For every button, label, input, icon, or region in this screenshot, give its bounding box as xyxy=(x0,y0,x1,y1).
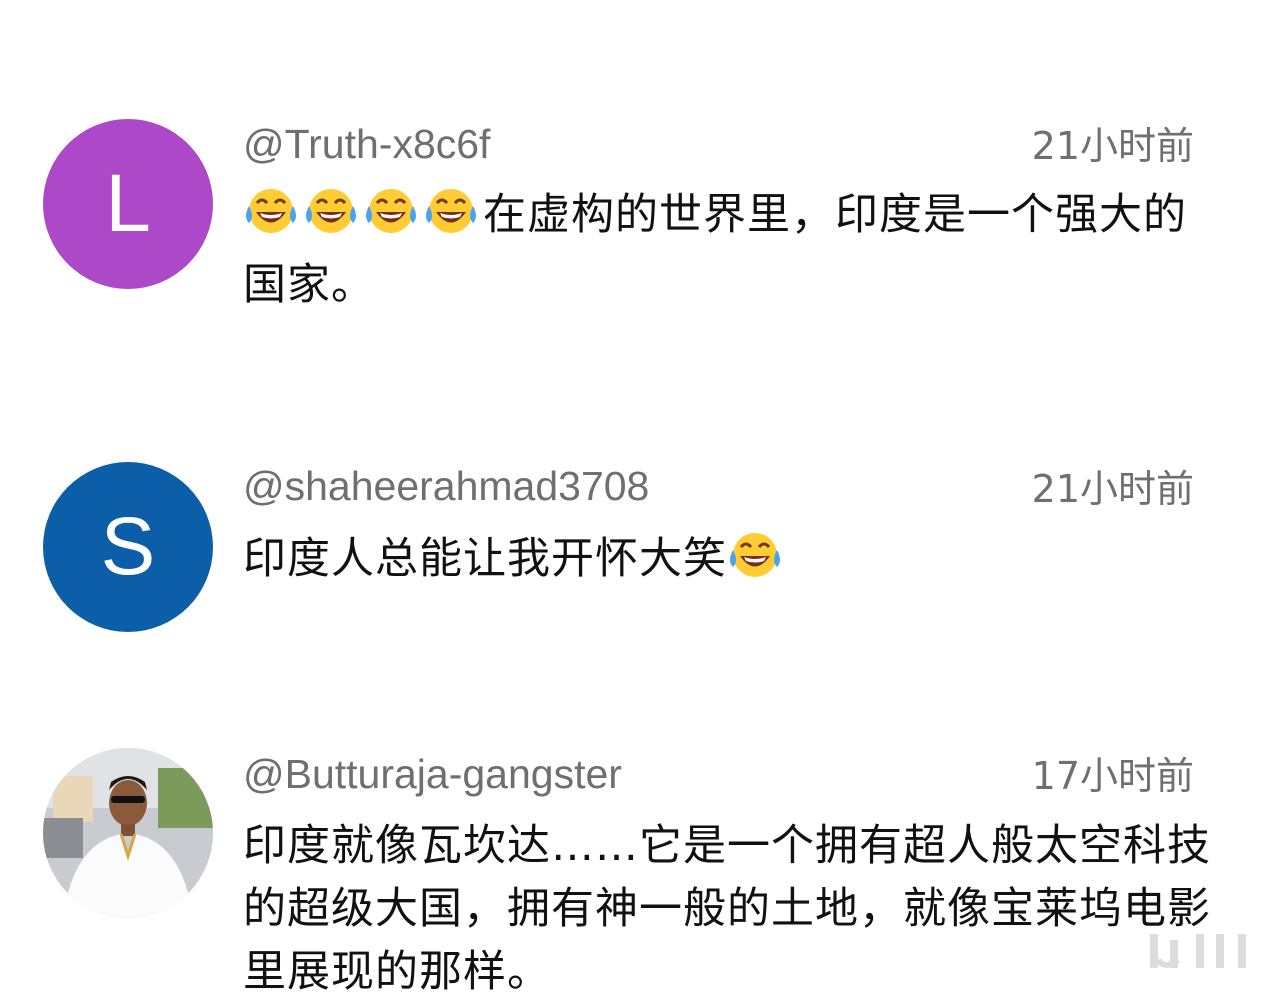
face-with-tears-of-joy-icon xyxy=(243,186,299,254)
face-with-tears-of-joy-icon xyxy=(727,530,783,598)
comment-timestamp: 17小时前 xyxy=(1031,754,1194,798)
face-with-tears-of-joy-icon xyxy=(303,186,359,254)
comment-text-block: 印度就像瓦坎达……它是一个拥有超人般太空科技的超级大国，拥有神一般的土地，就像宝… xyxy=(243,815,1213,998)
comment-username[interactable]: @Truth-x8c6f xyxy=(243,120,490,168)
comment-list: L @Truth-x8c6f 21小时前 在虚构的世界里，印度是一个强大的国家。… xyxy=(0,0,1280,998)
comment-text: 印度就像瓦坎达……它是一个拥有超人般太空科技的超级大国，拥有神一般的土地，就像宝… xyxy=(243,821,1211,997)
avatar[interactable]: L xyxy=(43,119,213,289)
avatar-letter: L xyxy=(105,158,151,249)
comment-timestamp: 21小时前 xyxy=(1031,124,1194,168)
comment-text-block: 在虚构的世界里，印度是一个强大的国家。 xyxy=(243,184,1213,317)
comment-text-block: 印度人总能让我开怀大笑 xyxy=(243,528,1213,598)
comment-username[interactable]: @Butturaja-gangster xyxy=(243,750,622,798)
comment-timestamp: 21小时前 xyxy=(1031,467,1194,511)
comment-username[interactable]: @shaheerahmad3708 xyxy=(243,462,649,510)
face-with-tears-of-joy-icon xyxy=(423,186,479,254)
comment-text: 印度人总能让我开怀大笑 xyxy=(243,534,727,584)
avatar-letter: S xyxy=(100,501,156,592)
avatar[interactable] xyxy=(43,748,213,918)
face-with-tears-of-joy-icon xyxy=(363,186,419,254)
watermark-icon xyxy=(1150,934,1246,968)
avatar[interactable]: S xyxy=(43,462,213,632)
user-photo-icon xyxy=(43,748,213,918)
